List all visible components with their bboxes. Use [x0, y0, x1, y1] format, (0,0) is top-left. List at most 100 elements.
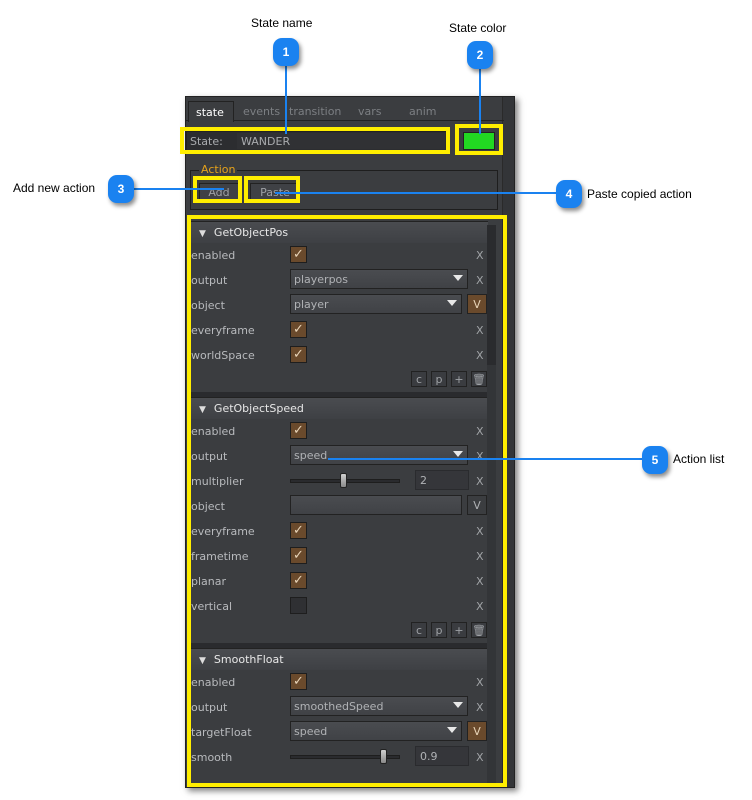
- remove-property-button[interactable]: X: [476, 550, 484, 563]
- dropdown-select[interactable]: speed: [290, 445, 468, 465]
- property-label: multiplier: [191, 475, 244, 488]
- tab-transition[interactable]: transition: [289, 105, 341, 118]
- action-name: GetObjectSpeed: [213, 402, 304, 415]
- property-row: everyframe ✓ X: [191, 519, 488, 544]
- action-header[interactable]: ▼ GetObjectSpeed: [191, 397, 488, 419]
- tab-vars[interactable]: vars: [358, 105, 382, 118]
- callout-label-paste-action: Paste copied action: [587, 187, 692, 201]
- checkbox[interactable]: ✓: [290, 422, 307, 439]
- add-action-below-button[interactable]: +: [451, 371, 467, 387]
- remove-property-button[interactable]: X: [476, 475, 484, 488]
- callout-line-1: [285, 64, 287, 134]
- paste-action-button[interactable]: p: [431, 371, 447, 387]
- state-name-input[interactable]: WANDER: [237, 133, 445, 149]
- remove-property-button[interactable]: X: [476, 349, 484, 362]
- dropdown-arrow-icon[interactable]: [453, 702, 463, 708]
- remove-property-button[interactable]: X: [476, 600, 484, 613]
- checkbox[interactable]: ✓: [290, 572, 307, 589]
- property-label: frametime: [191, 550, 249, 563]
- property-row: output smoothedSpeed X: [191, 695, 488, 720]
- property-label: smooth: [191, 751, 233, 764]
- collapse-icon[interactable]: ▼: [199, 229, 206, 239]
- add-action-below-button[interactable]: +: [451, 622, 467, 638]
- property-row: targetFloat speed V: [191, 720, 488, 745]
- action-section: ▼ GetObjectSpeed enabled ✓ Xoutput speed Xmult…: [191, 397, 488, 648]
- property-row: output speed X: [191, 444, 488, 469]
- action-tools: c p + 🗑: [191, 368, 488, 392]
- dropdown-select[interactable]: playerpos: [290, 269, 468, 289]
- remove-property-button[interactable]: X: [476, 676, 484, 689]
- dropdown-value: player: [294, 298, 329, 311]
- remove-property-button[interactable]: X: [476, 525, 484, 538]
- copy-action-button[interactable]: c: [411, 371, 427, 387]
- dropdown-arrow-icon[interactable]: [453, 451, 463, 457]
- dropdown-value: speed: [294, 725, 328, 738]
- property-label: planar: [191, 575, 227, 588]
- checkbox[interactable]: ✓: [290, 547, 307, 564]
- property-row: enabled ✓ X: [191, 243, 488, 268]
- callout-line-3: [134, 188, 224, 190]
- checkbox[interactable]: [290, 597, 307, 614]
- property-row: smooth 0.9 X: [191, 745, 488, 770]
- remove-property-button[interactable]: X: [476, 425, 484, 438]
- property-label: output: [191, 450, 228, 463]
- slider-thumb[interactable]: [340, 473, 347, 488]
- remove-property-button[interactable]: X: [476, 575, 484, 588]
- variable-button[interactable]: V: [467, 294, 487, 314]
- dropdown-arrow-icon[interactable]: [447, 300, 457, 306]
- number-input[interactable]: 2: [415, 470, 469, 490]
- dropdown-arrow-icon[interactable]: [453, 275, 463, 281]
- collapse-icon[interactable]: ▼: [199, 656, 206, 666]
- scrollbar-thumb[interactable]: [487, 225, 496, 365]
- tab-state[interactable]: state: [188, 101, 234, 122]
- remove-property-button[interactable]: X: [476, 249, 484, 262]
- tab-bar: state events transition vars anim: [186, 101, 504, 122]
- add-action-button[interactable]: Add: [199, 183, 239, 201]
- remove-property-button[interactable]: X: [476, 450, 484, 463]
- remove-property-button[interactable]: X: [476, 274, 484, 287]
- state-color-swatch[interactable]: [463, 132, 495, 150]
- action-list-scrollbar[interactable]: [487, 225, 496, 785]
- trash-icon[interactable]: 🗑: [471, 371, 487, 387]
- object-field[interactable]: [290, 495, 462, 515]
- variable-button[interactable]: V: [467, 721, 487, 741]
- action-name: SmoothFloat: [213, 653, 284, 666]
- copy-action-button[interactable]: c: [411, 622, 427, 638]
- action-header[interactable]: ▼ SmoothFloat: [191, 648, 488, 670]
- trash-icon[interactable]: 🗑: [471, 622, 487, 638]
- callout-label-action-list: Action list: [673, 452, 725, 466]
- remove-property-button[interactable]: X: [476, 701, 484, 714]
- tab-anim[interactable]: anim: [409, 105, 436, 118]
- state-inspector-panel: state events transition vars anim State:…: [185, 96, 515, 788]
- dropdown-value: smoothedSpeed: [294, 700, 384, 713]
- checkbox[interactable]: ✓: [290, 522, 307, 539]
- property-row: object V: [191, 494, 488, 519]
- number-input[interactable]: 0.9: [415, 746, 469, 766]
- dropdown-select[interactable]: smoothedSpeed: [290, 696, 468, 716]
- remove-property-button[interactable]: X: [476, 751, 484, 764]
- dropdown-value: playerpos: [294, 273, 349, 286]
- property-row: output playerpos X: [191, 268, 488, 293]
- paste-action-button[interactable]: p: [431, 622, 447, 638]
- callout-badge-5: 5: [642, 446, 668, 474]
- tab-events[interactable]: events: [243, 105, 280, 118]
- checkbox[interactable]: ✓: [290, 246, 307, 263]
- checkbox[interactable]: ✓: [290, 321, 307, 338]
- checkbox[interactable]: ✓: [290, 346, 307, 363]
- action-tools: c p + 🗑: [191, 619, 488, 643]
- property-row: enabled ✓ X: [191, 419, 488, 444]
- dropdown-arrow-icon[interactable]: [447, 727, 457, 733]
- slider-thumb[interactable]: [380, 749, 387, 764]
- action-header[interactable]: ▼ GetObjectPos: [191, 221, 488, 243]
- collapse-icon[interactable]: ▼: [199, 405, 206, 415]
- property-row: multiplier 2 X: [191, 469, 488, 494]
- checkbox[interactable]: ✓: [290, 673, 307, 690]
- property-row: worldSpace ✓ X: [191, 343, 488, 368]
- callout-badge-4: 4: [556, 180, 582, 208]
- action-group-legend: Action: [199, 163, 238, 176]
- property-row: frametime ✓ X: [191, 544, 488, 569]
- dropdown-select[interactable]: player: [290, 294, 462, 314]
- remove-property-button[interactable]: X: [476, 324, 484, 337]
- variable-button[interactable]: V: [467, 495, 487, 515]
- dropdown-select[interactable]: speed: [290, 721, 462, 741]
